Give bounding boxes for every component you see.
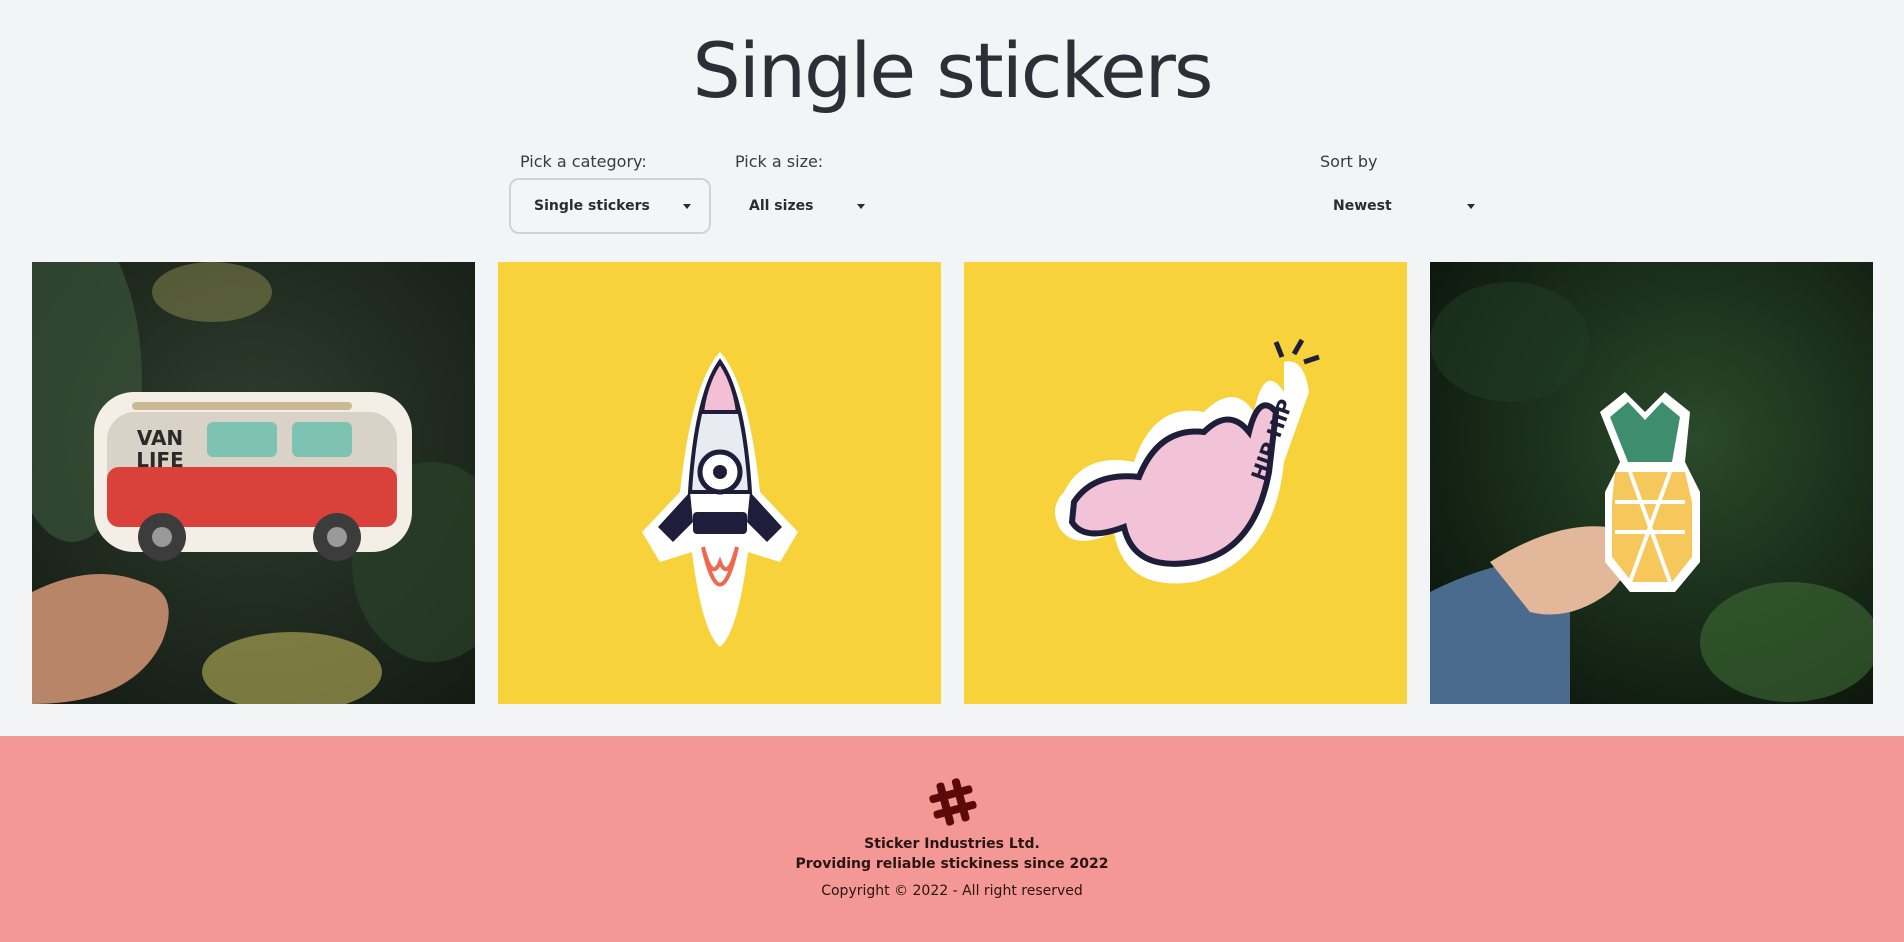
chevron-down-icon bbox=[1467, 204, 1475, 209]
product-card-rocket[interactable] bbox=[498, 262, 941, 704]
sticker-text-life: LIFE bbox=[136, 448, 184, 472]
chevron-down-icon bbox=[683, 204, 691, 209]
size-label: Pick a size: bbox=[735, 152, 824, 171]
category-select-value: Single stickers bbox=[534, 198, 650, 214]
sort-select-value: Newest bbox=[1333, 198, 1392, 214]
size-select[interactable]: All sizes bbox=[726, 178, 876, 234]
chevron-down-icon bbox=[857, 204, 865, 209]
category-label: Pick a category: bbox=[520, 152, 647, 171]
sort-select[interactable]: Newest bbox=[1310, 178, 1485, 234]
hand-hip-hip-sticker-image: HIP HIP bbox=[964, 262, 1407, 704]
pineapple-sticker-image bbox=[1430, 262, 1873, 704]
page-title: Single stickers bbox=[692, 26, 1214, 115]
product-card-hip-hip[interactable]: HIP HIP bbox=[964, 262, 1407, 704]
category-select[interactable]: Single stickers bbox=[509, 178, 711, 234]
sort-label: Sort by bbox=[1320, 152, 1378, 171]
product-card-van-life[interactable]: VAN LIFE bbox=[32, 262, 475, 704]
sticker-text-van: VAN bbox=[137, 426, 183, 450]
footer: Sticker Industries Ltd. Providing reliab… bbox=[0, 736, 1904, 942]
van-life-sticker-image: VAN LIFE bbox=[32, 262, 475, 704]
size-select-value: All sizes bbox=[749, 198, 814, 214]
footer-tagline: Providing reliable stickiness since 2022 bbox=[795, 856, 1109, 872]
footer-copyright: Copyright © 2022 - All right reserved bbox=[821, 883, 1083, 899]
footer-company: Sticker Industries Ltd. bbox=[864, 836, 1040, 852]
product-card-pineapple[interactable] bbox=[1430, 262, 1873, 704]
hashtag-icon bbox=[929, 778, 977, 826]
rocket-sticker-image bbox=[498, 262, 941, 704]
